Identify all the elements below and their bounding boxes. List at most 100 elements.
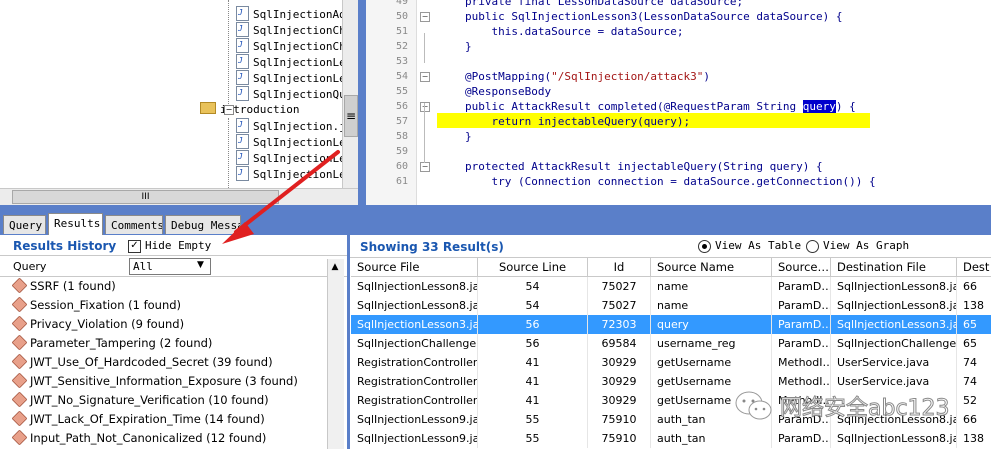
- tree-file[interactable]: SqlInjectionChe: [236, 21, 342, 38]
- column-header[interactable]: Source File: [351, 258, 478, 277]
- tree-file[interactable]: SqlInjection.ja: [236, 117, 342, 134]
- fold-toggle-icon[interactable]: −: [420, 72, 430, 82]
- line-number: 58: [395, 131, 408, 142]
- history-item[interactable]: SSRF (1 found): [11, 277, 116, 296]
- table-cell: 41: [478, 391, 588, 410]
- table-row[interactable]: SqlInjectionLesson8.ja… 54 75027 name ParamD…: [351, 277, 991, 296]
- tree-file[interactable]: SqlInjectionLes: [236, 133, 342, 150]
- history-scrollbar[interactable]: [327, 259, 344, 449]
- chevron-down-icon[interactable]: ▼: [197, 260, 204, 270]
- view-as-table-label[interactable]: View As Table: [715, 239, 801, 252]
- vulnerability-icon: [11, 315, 28, 332]
- collapse-toggle-icon[interactable]: −: [224, 105, 234, 115]
- java-file-icon: [236, 133, 249, 149]
- line-number: 57: [395, 116, 408, 127]
- code-token: ) {: [835, 100, 856, 113]
- view-as-table-radio[interactable]: [698, 240, 711, 253]
- tree-file[interactable]: SqlInjectionAdv: [236, 5, 342, 22]
- tab-results[interactable]: Results: [48, 213, 103, 235]
- code-line[interactable]: }: [465, 129, 472, 144]
- tree-file[interactable]: SqlInjectionChe: [236, 37, 343, 54]
- tree-file[interactable]: SqlInjectionLes: [236, 149, 343, 166]
- history-item[interactable]: Privacy_Violation (9 found): [11, 315, 184, 334]
- table-row[interactable]: SqlInjectionLesson3.ja… 56 72303 query Param…: [351, 315, 991, 334]
- table-row[interactable]: RegistrationController.j…4130929getUsern…: [351, 353, 991, 372]
- query-label: Query: [13, 260, 47, 273]
- tree-item-label: SqlInjectionLes: [253, 152, 343, 165]
- scroll-up-icon[interactable]: ▲: [329, 260, 341, 274]
- table-cell: 56: [478, 334, 588, 353]
- tab-query[interactable]: Query: [3, 215, 46, 234]
- table-cell: SqlInjectionLesson3.ja…: [351, 315, 478, 334]
- tree-file[interactable]: SqlInjectionLes: [236, 165, 342, 182]
- pane-splitter[interactable]: [358, 0, 366, 205]
- code-line[interactable]: }: [465, 39, 472, 54]
- history-item[interactable]: JWT_Use_Of_Hardcoded_Secret (39 found): [11, 353, 273, 372]
- file-tree[interactable]: SqlInjectionAdv SqlInjectionChe SqlInjecti…: [0, 0, 343, 188]
- code-line[interactable]: public AttackResult completed(@RequestPa…: [465, 99, 856, 114]
- code-line[interactable]: @PostMapping("/SqlInjection/attack3"): [465, 69, 710, 84]
- tree-folder[interactable]: introduction: [200, 102, 299, 118]
- hide-empty-checkbox[interactable]: ✓: [128, 240, 141, 253]
- code-line[interactable]: private final LessonDataSource dataSourc…: [465, 0, 743, 9]
- code-line[interactable]: try (Connection connection = dataSource.…: [465, 174, 875, 189]
- table-row[interactable]: SqlInjectionLesson9.ja… 55 75910 auth_tan Pa…: [351, 429, 991, 448]
- vulnerability-icon: [11, 372, 28, 389]
- tab-comments[interactable]: Comments: [105, 215, 163, 234]
- history-item[interactable]: JWT_Lack_Of_Expiration_Time (14 found): [11, 410, 265, 429]
- table-cell: 138: [957, 429, 991, 448]
- history-item[interactable]: Session_Fixation (1 found): [11, 296, 181, 315]
- column-header[interactable]: Dest: [957, 258, 991, 277]
- java-file-icon: [236, 149, 249, 165]
- code-line[interactable]: public SqlInjectionLesson3(LessonDataSou…: [465, 9, 843, 24]
- vulnerability-icon: [11, 296, 28, 313]
- history-item[interactable]: Input_Path_Not_Canonicalized (12 found): [11, 429, 266, 448]
- tree-item-label: SqlInjectionChe: [253, 40, 343, 53]
- table-cell: auth_tan: [651, 429, 772, 448]
- view-as-graph-label[interactable]: View As Graph: [823, 239, 909, 252]
- table-cell: 30929: [588, 391, 651, 410]
- column-header[interactable]: Source…: [772, 258, 831, 277]
- column-header[interactable]: Id: [588, 258, 651, 277]
- column-header[interactable]: Source Line: [478, 258, 588, 277]
- table-row[interactable]: SqlInjectionLesson8.ja… 54 75027 name ParamD…: [351, 296, 991, 315]
- results-count-title: Showing 33 Result(s): [360, 240, 504, 254]
- history-item[interactable]: Parameter_Tampering (2 found): [11, 334, 212, 353]
- tree-file[interactable]: SqlInjectionLes: [236, 69, 342, 86]
- table-row[interactable]: SqlInjectionChallenge.… 56 69584 username_r…: [351, 334, 991, 353]
- table-cell: getUsername: [651, 353, 772, 372]
- tree-vertical-scrollbar[interactable]: [342, 0, 359, 188]
- history-item[interactable]: JWT_Sensitive_Information_Exposure (3 fo…: [11, 372, 298, 391]
- tree-hscroll-thumb[interactable]: III: [12, 190, 279, 204]
- line-number: 49: [395, 0, 408, 7]
- line-number: 61: [395, 176, 408, 187]
- column-header[interactable]: Source Name: [651, 258, 772, 277]
- fold-toggle-icon[interactable]: −: [420, 102, 430, 112]
- table-cell: UserService.java: [831, 353, 957, 372]
- code-line[interactable]: @ResponseBody: [465, 84, 551, 99]
- tab-debug-messages[interactable]: Debug Messa: [165, 215, 241, 234]
- table-cell: 55: [478, 410, 588, 429]
- table-cell: MethodI…: [772, 353, 831, 372]
- history-item[interactable]: JWT_No_Signature_Verification (10 found): [11, 391, 269, 410]
- line-number: 56: [395, 101, 408, 112]
- table-cell: 66: [957, 277, 991, 296]
- tree-scroll-thumb[interactable]: ≡: [344, 95, 358, 137]
- fold-toggle-icon[interactable]: −: [420, 12, 430, 22]
- code-line[interactable]: this.dataSource = dataSource;: [465, 24, 683, 39]
- results-splitter[interactable]: [347, 235, 350, 449]
- tree-file[interactable]: SqlInjectionLes: [236, 53, 342, 70]
- view-as-graph-radio[interactable]: [806, 240, 819, 253]
- code-line[interactable]: return injectableQuery(query);: [465, 114, 690, 129]
- table-cell: 75027: [588, 277, 651, 296]
- fold-toggle-icon[interactable]: −: [420, 162, 430, 172]
- line-number: 52: [395, 41, 408, 52]
- column-header[interactable]: Destination File: [831, 258, 957, 277]
- menu-icon: ≡: [345, 109, 357, 123]
- history-item-label: JWT_Use_Of_Hardcoded_Secret (39 found): [30, 355, 273, 369]
- table-cell: 56: [478, 315, 588, 334]
- code-line[interactable]: protected AttackResult injectableQuery(S…: [465, 159, 823, 174]
- tree-file[interactable]: SqlInjectionQui: [236, 85, 342, 102]
- hide-empty-label[interactable]: Hide Empty: [145, 239, 211, 252]
- history-item-label: JWT_Sensitive_Information_Exposure (3 fo…: [30, 374, 298, 388]
